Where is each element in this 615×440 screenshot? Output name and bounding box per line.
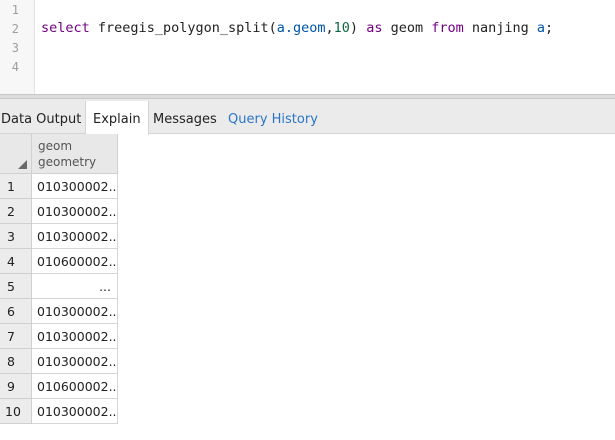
- sql-editor[interactable]: 1 2 3 4 select freegis_polygon_split(a.g…: [0, 0, 615, 94]
- line-number: 4: [11, 60, 19, 74]
- column-name: geom: [38, 139, 73, 153]
- sql-identifier: geom: [382, 20, 432, 36]
- geom-cell[interactable]: 010300002...: [32, 299, 118, 324]
- line-number: 2: [11, 22, 19, 36]
- line-number: 1: [11, 3, 19, 17]
- tab-query-history[interactable]: Query History: [228, 101, 318, 134]
- sql-keyword: select: [41, 20, 90, 36]
- geom-cell[interactable]: ...: [32, 274, 118, 299]
- geom-cell[interactable]: 010300002...: [32, 349, 118, 374]
- sql-function: freegis_polygon_split(: [97, 20, 277, 36]
- geom-cell[interactable]: 010300002...: [32, 399, 118, 424]
- row-number[interactable]: 4: [0, 249, 32, 274]
- sql-identifier: nanjing: [463, 20, 537, 36]
- column-type: geometry: [38, 155, 97, 169]
- sql-identifier: .geom: [284, 20, 326, 36]
- row-number[interactable]: 2: [0, 199, 32, 224]
- line-number-gutter: 1 2 3 4: [0, 0, 35, 94]
- sql-number: 10: [333, 20, 350, 36]
- result-tab-bar: Data Output Explain Messages Query Histo…: [0, 99, 615, 135]
- sql-punctuation: ;: [545, 20, 554, 36]
- sort-triangle-icon: [18, 160, 27, 169]
- geom-cell[interactable]: 010300002...: [32, 224, 118, 249]
- tab-messages[interactable]: Messages: [153, 101, 217, 134]
- tab-explain[interactable]: Explain: [85, 101, 149, 135]
- sql-identifier: a: [276, 20, 285, 36]
- sql-identifier: a: [536, 20, 546, 36]
- row-number[interactable]: 1: [0, 174, 32, 199]
- sql-keyword: from: [431, 20, 464, 36]
- geom-cell[interactable]: 010600002...: [32, 374, 118, 399]
- sql-keyword: as: [366, 20, 383, 36]
- line-number: 3: [11, 41, 19, 55]
- row-number[interactable]: 5: [0, 274, 32, 299]
- sql-punctuation: ): [349, 20, 367, 36]
- row-number[interactable]: 8: [0, 349, 32, 374]
- code-line[interactable]: select freegis_polygon_split(a.geom,10) …: [41, 18, 553, 38]
- column-header-geom[interactable]: geom geometry: [32, 134, 118, 174]
- geom-cell[interactable]: 010300002...: [32, 324, 118, 349]
- row-number[interactable]: 6: [0, 299, 32, 324]
- sql-punctuation: ,: [325, 20, 334, 36]
- row-number[interactable]: 10: [0, 399, 32, 424]
- geom-cell[interactable]: 010300002...: [32, 174, 118, 199]
- row-number[interactable]: 3: [0, 224, 32, 249]
- row-number[interactable]: 9: [0, 374, 32, 399]
- tab-data-output[interactable]: Data Output: [1, 101, 81, 134]
- select-all-corner[interactable]: [0, 134, 32, 174]
- row-number[interactable]: 7: [0, 324, 32, 349]
- geom-cell[interactable]: 010300002...: [32, 199, 118, 224]
- geom-cell[interactable]: 010600002...: [32, 249, 118, 274]
